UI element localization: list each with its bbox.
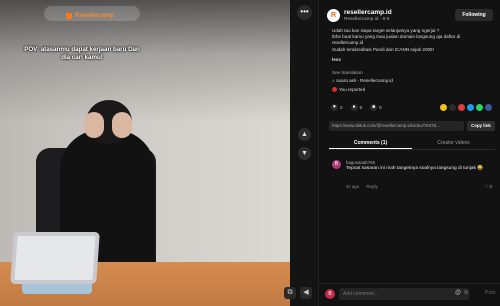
comment-icon: ● (350, 104, 358, 111)
copy-link-button[interactable]: Copy link (467, 121, 495, 131)
author-avatar[interactable]: R (327, 8, 340, 22)
comment-tabs: Comments (1) Creator videos (329, 138, 495, 150)
heart-outline-icon: ♡ (484, 184, 489, 189)
video-player[interactable]: Resellercamp POV: atasanmu dapat kerjaan… (0, 0, 290, 306)
twitter-icon[interactable] (467, 104, 474, 111)
mention-icon[interactable]: @ (455, 290, 461, 296)
pinterest-icon[interactable] (458, 104, 465, 111)
like-button[interactable]: ♥ 2 (331, 104, 343, 111)
music-note-icon: ♪ (332, 78, 335, 83)
save-button[interactable]: ■ 0 (370, 104, 382, 111)
brand-logo-icon (66, 13, 72, 19)
author-row: R resellercamp.id Resellercamp.id · 6-5 … (327, 6, 493, 24)
embed-icon[interactable] (440, 104, 447, 111)
video-link-field[interactable]: https://www.tiktok.com/@resellercamp.id/… (329, 121, 464, 131)
facebook-icon[interactable] (485, 104, 492, 111)
video-tablet (10, 232, 100, 284)
brand-watermark: Resellercamp (66, 13, 114, 19)
comment-time: 3c ago (346, 184, 360, 189)
reply-button[interactable]: Reply (366, 184, 377, 189)
whatsapp-icon[interactable] (476, 104, 483, 111)
more-options-button[interactable]: ••• (297, 5, 312, 20)
heart-icon: ♥ (331, 104, 338, 111)
commenter-username[interactable]: bagusaaab765 (346, 160, 375, 165)
author-name[interactable]: resellercamp.id (344, 9, 455, 16)
report-icon (332, 87, 337, 92)
add-comment-bar: B @ ☺ Post (319, 283, 500, 306)
action-bar: ♥ 2 ● 0 ■ 0 (331, 104, 382, 111)
see-translation-link[interactable]: See translation (332, 70, 363, 75)
share-circle-icon[interactable] (449, 104, 456, 111)
my-avatar: B (325, 289, 335, 299)
link-row: https://www.tiktok.com/@resellercamp.id/… (329, 121, 495, 131)
comment-text: Tepoat sasaran ini mah tangetnya soalnya… (346, 166, 484, 171)
tab-comments[interactable]: Comments (1) (329, 138, 412, 149)
comment-input[interactable] (339, 288, 469, 300)
following-button[interactable]: Following (455, 9, 493, 21)
less-toggle[interactable]: less (332, 57, 492, 63)
volume-icon[interactable]: ◀ (300, 287, 312, 299)
tiktok-viewer: Resellercamp POV: atasanmu dapat kerjaan… (0, 0, 500, 306)
share-icons (440, 104, 492, 111)
post-button[interactable]: Post (485, 290, 495, 296)
author-subtitle: Resellercamp.id · 6-5 (344, 16, 390, 22)
commenter-avatar[interactable]: B (332, 160, 341, 169)
comment-button[interactable]: ● 0 (350, 104, 362, 111)
video-stage: Resellercamp POV: atasanmu dapat kerjaan… (0, 0, 318, 306)
video-caption: POV: atasanmu dapat kerjaan baru Dan dia… (24, 46, 140, 61)
bookmark-icon: ■ (370, 104, 378, 111)
next-video-button[interactable]: ▼ (298, 147, 311, 160)
previous-video-button[interactable]: ▲ (298, 128, 311, 141)
tab-creator-videos[interactable]: Creator videos (412, 138, 495, 149)
emoji-icon[interactable]: ☺ (463, 290, 469, 296)
picture-in-picture-icon[interactable]: ⧉ (284, 287, 296, 299)
music-link[interactable]: ♪ suara asli - Resellercamp.id (332, 78, 393, 83)
video-description: Udah tau kan siapa target selanjutnya ya… (332, 28, 492, 63)
reported-badge: You reported (332, 87, 365, 92)
comment-like-button[interactable]: ♡ 0 (484, 184, 492, 190)
details-panel: R resellercamp.id Resellercamp.id · 6-5 … (318, 0, 500, 306)
